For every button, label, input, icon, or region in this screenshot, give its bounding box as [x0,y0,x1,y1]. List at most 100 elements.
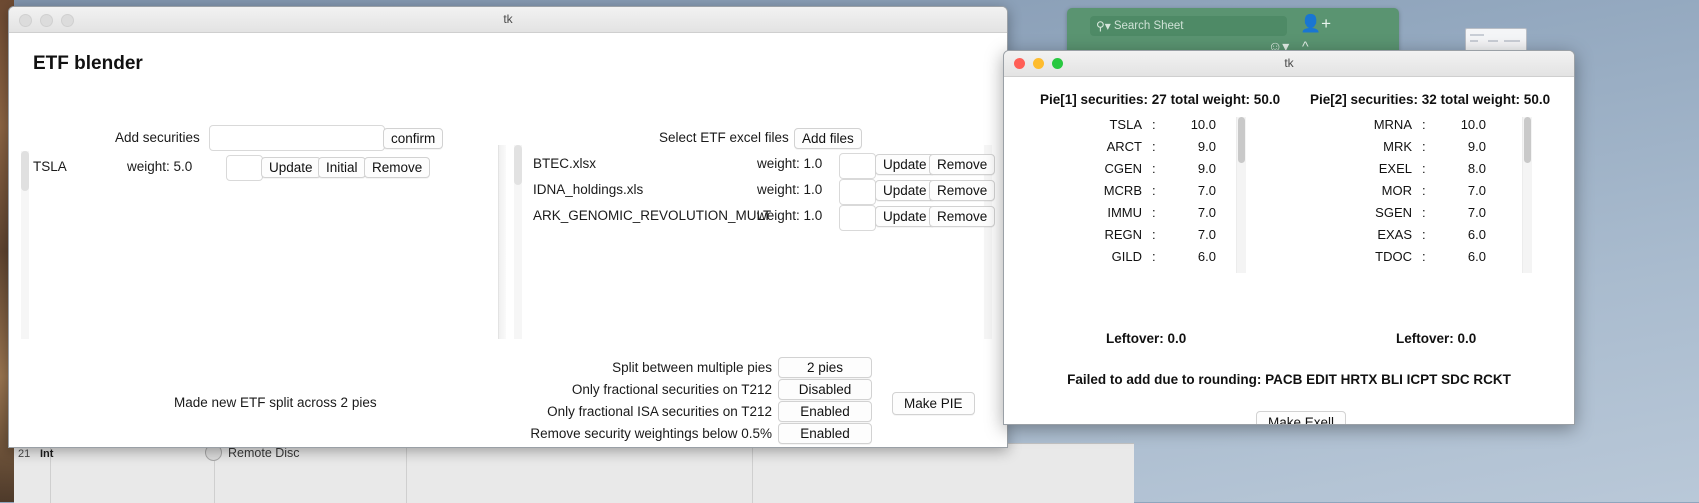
pie2-ticker: NVCR [1292,271,1412,273]
main-window-body: ETF blender Add securities confirm TSLA … [9,33,1007,447]
pie2-value: 9.0 [1467,139,1486,154]
setting-value-button[interactable]: Enabled [778,401,872,422]
pie1-ticker: CGEN [1104,161,1142,176]
add-user-icon[interactable]: 👤+ [1300,14,1331,34]
add-securities-input[interactable] [209,125,385,151]
file-update-button[interactable]: Update [875,206,935,227]
pie1-separator: : [1152,205,1156,220]
pie2-separator: : [1422,205,1426,220]
pie-window-body: Pie[1] securities: 27 total weight: 50.0… [1004,77,1574,424]
finder-row-number: 21 [18,448,31,460]
pie1-scrollbar-thumb[interactable] [1238,117,1245,163]
pie1-ticker: GILD [1111,249,1142,264]
pie-window-titlebar[interactable]: tk [1004,51,1574,77]
securities-scrollbar-thumb[interactable] [21,151,29,191]
security-remove-button[interactable]: Remove [364,157,431,178]
pie1-value: 7.0 [1197,205,1216,220]
file-update-button[interactable]: Update [875,154,935,175]
pie1-separator: : [1152,249,1156,264]
pie2-value: 8.0 [1467,161,1486,176]
file-name-label: IDNA_holdings.xls [533,182,644,197]
pane-divider [498,145,506,339]
file-weight-input[interactable] [839,153,876,179]
pie2-value: 6.0 [1467,227,1486,242]
pie2-value: 10.0 [1460,117,1486,132]
pie-window-title: tk [1284,56,1294,70]
pie1-value: 6.0 [1197,249,1216,264]
pie2-separator: : [1422,161,1426,176]
list-item: NVCR : 5.0 [1292,271,1522,273]
pie1-separator: : [1152,139,1156,154]
setting-value-button[interactable]: 2 pies [778,357,872,378]
pie2-scrollbar[interactable] [1522,117,1532,273]
failure-message: Failed to add due to rounding: PACB EDIT… [1067,372,1511,387]
file-name-label: BTEC.xlsx [533,156,597,171]
pie1-separator: : [1152,227,1156,242]
file-name-label: ARK_GENOMIC_REVOLUTION_MULT [533,208,772,223]
security-weight-input[interactable] [226,155,263,181]
pie2-scrollbar-thumb[interactable] [1524,117,1531,163]
security-update-button[interactable]: Update [261,157,321,178]
file-remove-button[interactable]: Remove [929,206,996,227]
security-weight-label: weight: 5.0 [127,159,193,174]
list-item: ARCT : 9.0 [1022,139,1252,161]
main-window-titlebar[interactable]: tk [9,7,1007,33]
setting-value-button[interactable]: Enabled [778,423,872,444]
list-item: REGN : 7.0 [1022,227,1252,249]
make-exell-button[interactable]: Make Exell [1256,411,1347,424]
setting-label: Split between multiple pies [612,360,772,375]
pie2-separator: : [1422,117,1426,132]
pie1-ticker: MCRB [1103,183,1142,198]
pie2-value: 7.0 [1467,205,1486,220]
setting-value-button[interactable]: Disabled [778,379,872,400]
table-row: BTEC.xlsx weight: 1.0 Update Remove [533,153,996,179]
file-remove-button[interactable]: Remove [929,180,996,201]
list-item: EXEL : 8.0 [1292,161,1522,183]
pie1-separator: : [1152,161,1156,176]
file-weight-label: weight: 1.0 [757,156,823,171]
confirm-button[interactable]: confirm [383,128,444,149]
main-tk-window[interactable]: tk ETF blender Add securities confirm TS… [8,6,1008,448]
finder-window-strip [14,443,1134,503]
pie2-ticker: TDOC [1375,249,1412,264]
page-title: ETF blender [33,53,143,74]
file-remove-button[interactable]: Remove [929,154,996,175]
pie2-ticker: EXAS [1377,227,1412,242]
file-weight-input[interactable] [839,205,876,231]
add-files-button[interactable]: Add files [794,128,862,149]
pie1-scrollbar[interactable] [1236,117,1246,273]
setting-row-split-pies: Split between multiple pies 2 pies [612,356,872,379]
pie2-securities-list[interactable]: MRNA : 10.0 MRK : 9.0 EXEL : 8.0 MOR : 7… [1292,117,1522,273]
pie2-ticker: SGEN [1375,205,1412,220]
status-message: Made new ETF split across 2 pies [174,395,377,410]
pie-tk-window[interactable]: tk Pie[1] securities: 27 total weight: 5… [1003,50,1575,425]
main-window-title: tk [503,12,513,26]
setting-row-remove-below-half-percent: Remove security weightings below 0.5% En… [530,422,872,445]
list-item: TSLA : 10.0 [1022,117,1252,139]
security-initial-button[interactable]: Initial [318,157,366,178]
list-item: GILD : 6.0 [1022,249,1252,271]
table-row: ARK_GENOMIC_REVOLUTION_MULT weight: 1.0 … [533,205,996,231]
security-ticker-label: TSLA [33,159,67,174]
pie1-securities-list[interactable]: TSLA : 10.0 ARCT : 9.0 CGEN : 9.0 MCRB :… [1022,117,1252,273]
list-item: SGEN : 7.0 [1292,205,1522,227]
files-scrollbar[interactable] [514,145,522,339]
pie2-ticker: EXEL [1378,161,1412,176]
file-weight-label: weight: 1.0 [757,208,823,223]
pie1-ticker: IMMU [1107,205,1142,220]
pie1-separator: : [1152,271,1156,273]
pie1-value: 6.0 [1172,271,1216,273]
file-update-button[interactable]: Update [875,180,935,201]
make-pie-button[interactable]: Make PIE [892,392,975,415]
files-scrollbar-thumb[interactable] [514,145,522,185]
file-weight-input[interactable] [839,179,876,205]
securities-scrollbar[interactable] [21,151,29,339]
search-sheet-field[interactable]: ⚲▾ Search Sheet [1090,16,1287,36]
pie2-separator: : [1422,271,1426,273]
pie1-value: 7.0 [1197,227,1216,242]
list-item: ILMN : 6.0 [1022,271,1252,273]
setting-row-fractional-isa-t212: Only fractional ISA securities on T212 E… [547,400,872,423]
pie2-separator: : [1422,227,1426,242]
list-item: MRNA : 10.0 [1292,117,1522,139]
pie2-separator: : [1422,249,1426,264]
